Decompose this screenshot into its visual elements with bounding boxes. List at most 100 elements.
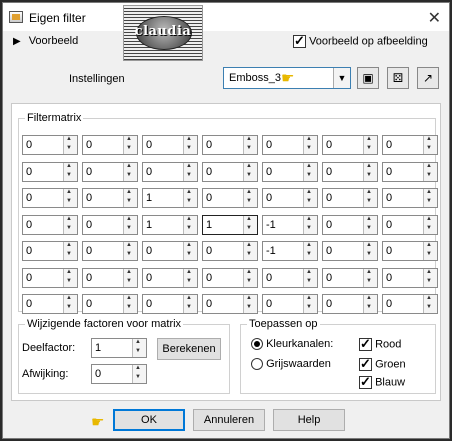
grayscale-option[interactable]: Grijswaarden	[251, 358, 331, 371]
matrix-cell[interactable]: 0	[82, 268, 138, 288]
spin-arrows-icon[interactable]	[423, 136, 437, 154]
spin-arrows-icon[interactable]	[423, 242, 437, 260]
spin-arrows-icon[interactable]	[63, 136, 77, 154]
matrix-cell[interactable]: 0	[382, 135, 438, 155]
matrix-cell[interactable]: 0	[322, 241, 378, 261]
matrix-cell[interactable]: 0	[382, 241, 438, 261]
matrix-cell[interactable]: 0	[82, 241, 138, 261]
matrix-cell[interactable]: 0	[142, 135, 198, 155]
spin-arrows-icon[interactable]	[363, 163, 377, 181]
matrix-cell[interactable]: 0	[22, 268, 78, 288]
spin-arrows-icon[interactable]	[123, 216, 137, 234]
color-channels-radio[interactable]	[251, 338, 263, 351]
load-preset-button[interactable]: ↗	[417, 67, 439, 89]
matrix-cell[interactable]: 0	[142, 268, 198, 288]
matrix-cell[interactable]: 0	[142, 162, 198, 182]
matrix-cell[interactable]: 1	[142, 215, 198, 235]
spin-arrows-icon[interactable]	[243, 163, 257, 181]
matrix-cell[interactable]: 1	[202, 215, 258, 235]
ok-button[interactable]: OK	[113, 409, 185, 431]
spin-arrows-icon[interactable]	[363, 216, 377, 234]
matrix-cell[interactable]: 0	[202, 268, 258, 288]
spin-arrows-icon[interactable]	[183, 136, 197, 154]
spin-arrows-icon[interactable]	[123, 163, 137, 181]
spin-arrows-icon[interactable]	[423, 216, 437, 234]
spin-arrows-icon[interactable]	[183, 216, 197, 234]
matrix-cell[interactable]: 0	[82, 215, 138, 235]
spin-arrows-icon[interactable]	[123, 189, 137, 207]
cancel-button[interactable]: Annuleren	[193, 409, 265, 431]
spin-arrows-icon[interactable]	[363, 295, 377, 313]
spin-arrows-icon[interactable]	[303, 216, 317, 234]
spin-arrows-icon[interactable]	[63, 295, 77, 313]
matrix-cell[interactable]: 0	[322, 188, 378, 208]
matrix-cell[interactable]: 0	[202, 162, 258, 182]
spin-arrows-icon[interactable]	[303, 163, 317, 181]
red-checkbox[interactable]	[359, 336, 372, 352]
matrix-cell[interactable]: 0	[382, 162, 438, 182]
matrix-cell[interactable]: 0	[202, 241, 258, 261]
matrix-cell[interactable]: 0	[262, 294, 318, 314]
matrix-cell[interactable]: 0	[22, 241, 78, 261]
preview-on-image-checkbox[interactable]	[293, 33, 306, 49]
spin-arrows-icon[interactable]	[123, 269, 137, 287]
matrix-cell[interactable]: 0	[322, 162, 378, 182]
spin-arrows-icon[interactable]	[63, 189, 77, 207]
matrix-cell[interactable]: 0	[202, 135, 258, 155]
green-checkbox[interactable]	[359, 356, 372, 372]
blue-checkbox[interactable]	[359, 374, 372, 390]
matrix-cell[interactable]: 0	[82, 188, 138, 208]
spin-arrows-icon[interactable]	[303, 136, 317, 154]
spin-arrows-icon[interactable]	[243, 242, 257, 260]
spin-arrows-icon[interactable]	[123, 295, 137, 313]
spin-arrows-icon[interactable]	[363, 136, 377, 154]
spin-arrows-icon[interactable]	[423, 269, 437, 287]
spin-arrows-icon[interactable]	[243, 136, 257, 154]
matrix-cell[interactable]: 0	[22, 188, 78, 208]
preview-toggle[interactable]: ▶ Voorbeeld	[13, 35, 78, 47]
matrix-cell[interactable]: 0	[142, 241, 198, 261]
spin-arrows-icon[interactable]	[183, 189, 197, 207]
matrix-cell[interactable]: 0	[202, 294, 258, 314]
color-channels-option[interactable]: Kleurkanalen:	[251, 338, 333, 351]
matrix-cell[interactable]: 0	[202, 188, 258, 208]
matrix-cell[interactable]: 0	[142, 294, 198, 314]
matrix-cell[interactable]: 1	[142, 188, 198, 208]
bias-input[interactable]: 0	[91, 364, 147, 384]
grayscale-radio[interactable]	[251, 358, 263, 371]
matrix-cell[interactable]: 0	[382, 188, 438, 208]
spin-arrows-icon[interactable]	[123, 242, 137, 260]
spin-arrows-icon[interactable]	[183, 242, 197, 260]
matrix-cell[interactable]: 0	[322, 135, 378, 155]
spin-arrows-icon[interactable]	[132, 365, 146, 383]
spin-arrows-icon[interactable]	[183, 295, 197, 313]
spin-arrows-icon[interactable]	[303, 295, 317, 313]
matrix-cell[interactable]: 0	[82, 135, 138, 155]
matrix-cell[interactable]: -1	[262, 241, 318, 261]
spin-arrows-icon[interactable]	[423, 189, 437, 207]
matrix-cell[interactable]: 0	[22, 162, 78, 182]
spin-arrows-icon[interactable]	[303, 189, 317, 207]
spin-arrows-icon[interactable]	[63, 269, 77, 287]
green-option[interactable]: Groen	[359, 356, 406, 372]
spin-arrows-icon[interactable]	[243, 189, 257, 207]
matrix-cell[interactable]: 0	[382, 294, 438, 314]
spin-arrows-icon[interactable]	[423, 295, 437, 313]
spin-arrows-icon[interactable]	[63, 163, 77, 181]
divisor-input[interactable]: 1	[91, 338, 147, 358]
spin-arrows-icon[interactable]	[132, 339, 146, 357]
matrix-cell[interactable]: 0	[322, 215, 378, 235]
randomize-button[interactable]: ⚄	[387, 67, 409, 89]
spin-arrows-icon[interactable]	[243, 216, 257, 234]
matrix-cell[interactable]: 0	[382, 215, 438, 235]
help-button[interactable]: Help	[273, 409, 345, 431]
matrix-cell[interactable]: 0	[82, 294, 138, 314]
matrix-cell[interactable]: 0	[262, 188, 318, 208]
spin-arrows-icon[interactable]	[303, 269, 317, 287]
matrix-cell[interactable]: 0	[22, 294, 78, 314]
matrix-cell[interactable]: 0	[262, 135, 318, 155]
spin-arrows-icon[interactable]	[363, 269, 377, 287]
matrix-cell[interactable]: 0	[322, 294, 378, 314]
spin-arrows-icon[interactable]	[63, 216, 77, 234]
matrix-cell[interactable]: 0	[382, 268, 438, 288]
